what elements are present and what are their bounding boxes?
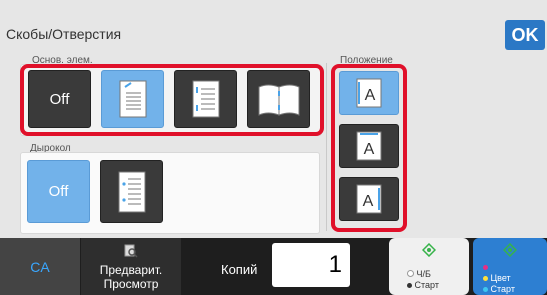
punch-left-icon <box>118 171 145 212</box>
bw-dot-icon <box>407 270 414 277</box>
position-right-letter: A <box>363 193 374 210</box>
color-start-button[interactable]: Цвет Старт <box>473 238 547 295</box>
staple-two-left-icon <box>192 80 219 118</box>
punch-off-label: Off <box>48 183 69 200</box>
position-right-button[interactable]: A <box>339 177 399 221</box>
bw-start-label-line2: Старт <box>414 280 439 290</box>
clear-all-label: CA <box>30 258 50 275</box>
cyan-dot-icon <box>483 287 488 292</box>
preview-label-line1: Предварит. <box>99 263 163 277</box>
bw-start-button[interactable]: Ч/Б Старт <box>389 238 469 295</box>
punch-off-button[interactable]: Off <box>27 160 90 223</box>
staple-two-left-button[interactable] <box>174 70 237 128</box>
staple-corner-button[interactable] <box>101 70 164 128</box>
preview-label-line2: Просмотр <box>103 277 159 291</box>
copies-label: Копий <box>221 262 258 277</box>
color-start-diamond-icon <box>503 243 517 257</box>
bw-start-label-line1: Ч/Б <box>416 269 431 279</box>
punch-left-button[interactable] <box>100 160 163 223</box>
color-start-label-line2: Старт <box>490 284 515 294</box>
page-title: Скобы/Отверстия <box>6 26 122 42</box>
preview-button[interactable]: Предварит. Просмотр <box>81 238 181 295</box>
staple-booklet-icon <box>258 84 299 116</box>
ok-button[interactable]: OK <box>505 20 545 50</box>
copies-input[interactable]: 1 <box>272 243 350 287</box>
staple-off-button[interactable]: Off <box>28 70 91 128</box>
section-divider <box>326 63 327 231</box>
position-left-button[interactable]: A <box>339 71 399 115</box>
bw-dot-dark-icon <box>407 283 412 288</box>
position-right-icon: A <box>356 184 382 214</box>
position-left-letter: A <box>365 87 376 104</box>
staple-corner-icon <box>119 80 146 118</box>
preview-icon <box>124 244 138 258</box>
start-diamond-icon <box>422 243 436 257</box>
position-top-button[interactable]: A <box>339 124 399 168</box>
staple-off-label: Off <box>49 90 70 108</box>
color-start-label-line1: Цвет <box>490 273 511 283</box>
position-top-icon: A <box>356 131 382 161</box>
magenta-dot-icon <box>483 265 488 270</box>
yellow-dot-icon <box>483 276 488 281</box>
position-left-icon: A <box>356 78 382 108</box>
staple-booklet-button[interactable] <box>247 70 310 128</box>
position-top-letter: A <box>364 141 375 158</box>
clear-all-button[interactable]: CA <box>0 238 80 295</box>
